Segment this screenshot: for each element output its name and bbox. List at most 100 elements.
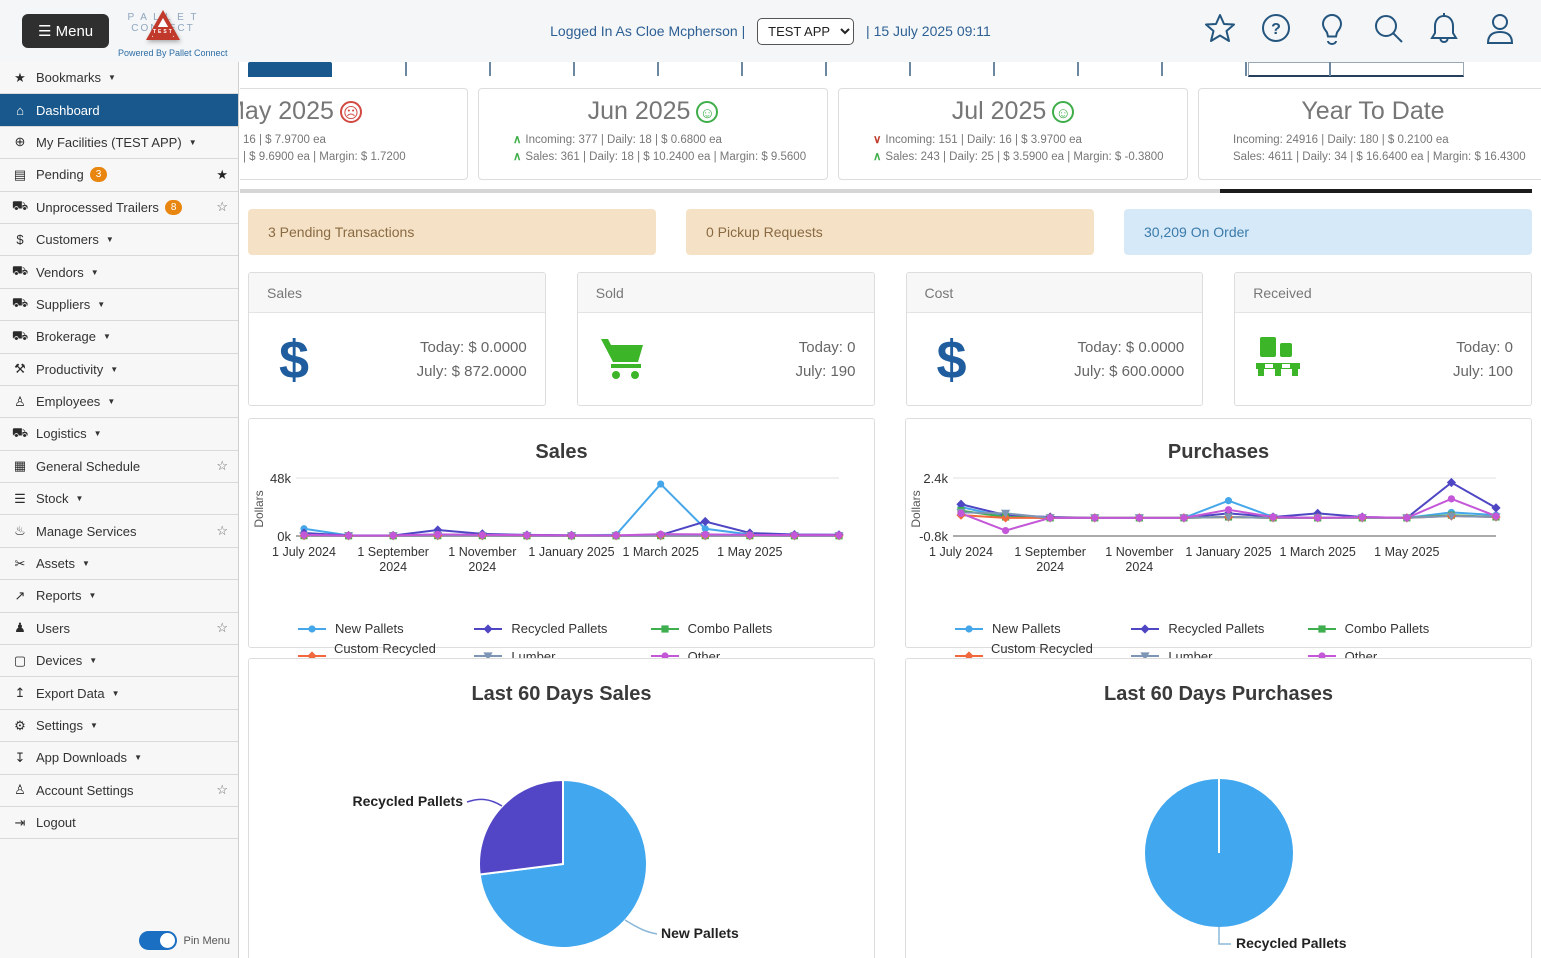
sidebar-item-productivity[interactable]: ⚒ Productivity ▼	[0, 353, 238, 386]
alert-banner[interactable]: 30,209 On Order	[1124, 209, 1532, 255]
legend-marker-icon	[474, 623, 503, 634]
active-month-tab[interactable]	[248, 62, 332, 77]
sidebar-item-pending[interactable]: ▤ Pending 3 ★	[0, 159, 238, 192]
month-tab-divider[interactable]	[657, 62, 659, 76]
stat-card-cost: Cost $ Today: $ 0.0000 July: $ 600.0000	[905, 272, 1204, 406]
sidebar-item-devices[interactable]: ▢ Devices ▼	[0, 645, 238, 678]
sidebar-item-settings[interactable]: ⚙ Settings ▼	[0, 709, 238, 743]
chevron-down-icon: ▼	[82, 559, 90, 569]
stat-value-line: Today: 0	[798, 339, 856, 356]
sidebar-item-employees[interactable]: ♙ Employees ▼	[0, 385, 238, 419]
datetime-text: 15 July 2025 09:11	[873, 23, 991, 39]
month-stat-text: Sales: 243 | Daily: 25 | $ 3.5900 ea | M…	[885, 151, 1164, 163]
month-card-title-text: Year To Date	[1301, 97, 1445, 125]
legend-item-combo-pallets[interactable]: Combo Pallets	[1307, 621, 1483, 636]
favorite-star-icon[interactable]: ★	[216, 167, 228, 183]
month-tab-divider[interactable]	[741, 62, 743, 76]
sidebar-item-dashboard[interactable]: ⌂ Dashboard	[0, 94, 238, 127]
sidebar-item-suppliers[interactable]: ⛟ Suppliers ▼	[0, 288, 238, 322]
legend-item-new-pallets[interactable]: New Pallets	[954, 621, 1130, 636]
legend-item-recycled-pallets[interactable]: Recycled Pallets	[473, 621, 649, 636]
month-summary-card[interactable]: Jul 2025 ☺ ∨ Incoming: 151 | Daily: 16 | $ …	[838, 88, 1188, 180]
sidebar-item-customers[interactable]: $ Customers ▼	[0, 223, 238, 257]
alert-banner[interactable]: 0 Pickup Requests	[686, 209, 1094, 255]
favorite-star-icon[interactable]: ☆	[216, 620, 228, 636]
month-summary-row: May 2025☹ 16 | $ 7.9700 ea | $ 9.6900 ea |…	[240, 88, 1541, 180]
month-tab-divider[interactable]	[825, 62, 827, 76]
month-tabs-strip[interactable]	[240, 62, 1541, 79]
home-icon: ⌂	[16, 102, 24, 118]
header: ☰ Menu P A L L E TCONNECT TEST Powered B…	[0, 0, 1541, 62]
month-stat-text: Sales: 361 | Daily: 18 | $ 10.2400 ea | …	[525, 151, 807, 163]
chevron-down-icon: ▼	[89, 721, 98, 730]
svg-text:1 January 2025: 1 January 2025	[528, 545, 614, 559]
count-badge: 8	[164, 199, 183, 215]
sidebar-item-manage-services[interactable]: ♨ Manage Services ☆	[0, 515, 238, 548]
sidebar-item-brokerage[interactable]: ⛟ Brokerage ▼	[0, 321, 238, 354]
sidebar-item-account-settings[interactable]: ♙ Account Settings ☆	[0, 774, 238, 807]
pin-menu-toggle[interactable]	[138, 931, 177, 950]
users-group-icon: ♟	[14, 620, 26, 636]
month-stat-text: 16 | $ 7.9700 ea	[243, 134, 326, 146]
month-tab-divider[interactable]	[573, 62, 575, 76]
month-stat-text: Incoming: 24916 | Daily: 180 | $ 0.2100 …	[1233, 134, 1449, 146]
month-stat-line: | $ 9.6900 ea | Margin: $ 1.7200	[243, 149, 467, 166]
scrollbar-thumb[interactable]	[1220, 189, 1532, 193]
favorite-star-icon[interactable]: ☆	[216, 782, 228, 798]
ideas-bulb-icon[interactable]	[1315, 10, 1349, 48]
sidebar-item-my-facilities-test-app-[interactable]: ⊕ My Facilities (TEST APP) ▼	[0, 126, 238, 160]
sidebar-item-unprocessed-trailers[interactable]: ⛟ Unprocessed Trailers 8 ☆	[0, 191, 238, 224]
sidebar-item-stock[interactable]: ☰ Stock ▼	[0, 483, 238, 516]
month-summary-card[interactable]: Year To Date Incoming: 24916 | Daily: 180…	[1198, 88, 1541, 180]
svg-text:1 March 2025: 1 March 2025	[1279, 545, 1355, 559]
search-icon[interactable]	[1371, 10, 1405, 48]
month-tab-divider[interactable]	[489, 62, 491, 76]
legend-item-combo-pallets[interactable]: Combo Pallets	[650, 621, 826, 636]
alert-banner[interactable]: 3 Pending Transactions	[248, 209, 656, 255]
dollar-icon: $	[907, 329, 997, 391]
user-icon[interactable]	[1483, 10, 1517, 48]
svg-text:1 November: 1 November	[448, 545, 516, 559]
sidebar-item-app-downloads[interactable]: ↧ App Downloads ▼	[0, 742, 238, 775]
svg-text:2024: 2024	[468, 560, 496, 574]
service-bell-icon: ♨	[14, 523, 26, 539]
legend-item-new-pallets[interactable]: New Pallets	[297, 621, 473, 636]
sidebar-item-vendors[interactable]: ⛟ Vendors ▼	[0, 256, 238, 289]
month-tab-divider[interactable]	[405, 62, 407, 76]
sidebar-item-reports[interactable]: ↗ Reports ▼	[0, 580, 238, 613]
pie-chart-last-60-days-sales: Recycled Pallets New Pallets	[352, 778, 739, 949]
favorite-star-icon[interactable]: ☆	[216, 199, 228, 215]
favorites-star-icon[interactable]	[1203, 10, 1237, 48]
sidebar-item-export-data[interactable]: ↥ Export Data ▼	[0, 677, 238, 710]
legend-item-recycled-pallets[interactable]: Recycled Pallets	[1130, 621, 1306, 636]
sidebar-item-label: Account Settings	[36, 782, 134, 798]
favorite-star-icon[interactable]: ☆	[216, 523, 228, 539]
month-summary-card[interactable]: May 2025☹ 16 | $ 7.9700 ea | $ 9.6900 ea |…	[240, 88, 468, 180]
month-tab-divider[interactable]	[1077, 62, 1079, 76]
sidebar-item-general-schedule[interactable]: ▦ General Schedule ☆	[0, 450, 238, 484]
happy-face-icon: ☺	[1052, 101, 1075, 124]
month-tab-divider[interactable]	[909, 62, 911, 76]
open-month-tab[interactable]	[1248, 62, 1464, 77]
favorite-star-icon[interactable]: ☆	[216, 458, 228, 474]
help-icon[interactable]: ?	[1259, 10, 1293, 48]
month-tab-divider[interactable]	[1161, 62, 1163, 76]
month-tab-divider[interactable]	[993, 62, 995, 76]
sidebar-item-logistics[interactable]: ⛟ Logistics ▼	[0, 418, 238, 451]
month-cards-scrollbar[interactable]	[240, 189, 1532, 193]
notifications-bell-icon[interactable]	[1427, 10, 1461, 48]
month-summary-card[interactable]: Jun 2025 ☺ ∧ Incoming: 377 | Daily: 18 | $ …	[478, 88, 828, 180]
sidebar-item-logout[interactable]: ⇥ Logout	[0, 806, 238, 840]
sidebar-item-assets[interactable]: ✂ Assets ▼	[0, 547, 238, 581]
month-tab-divider[interactable]	[1329, 62, 1331, 76]
month-tab-divider[interactable]	[1245, 62, 1247, 76]
pie-charts-row: Last 60 Days Sales Recycled Pallets New Pa…	[248, 658, 1532, 958]
svg-text:1 July 2024: 1 July 2024	[929, 545, 993, 559]
facility-select[interactable]: TEST APP	[757, 18, 855, 45]
legend-label: New Pallets	[335, 621, 404, 636]
svg-text:48k: 48k	[270, 471, 291, 486]
sidebar-item-users[interactable]: ♟ Users ☆	[0, 612, 238, 646]
chevron-down-icon: ▼	[105, 235, 114, 245]
chevron-down-icon: ▼	[90, 267, 99, 277]
sidebar-item-bookmarks[interactable]: ★ Bookmarks ▼	[0, 62, 238, 95]
